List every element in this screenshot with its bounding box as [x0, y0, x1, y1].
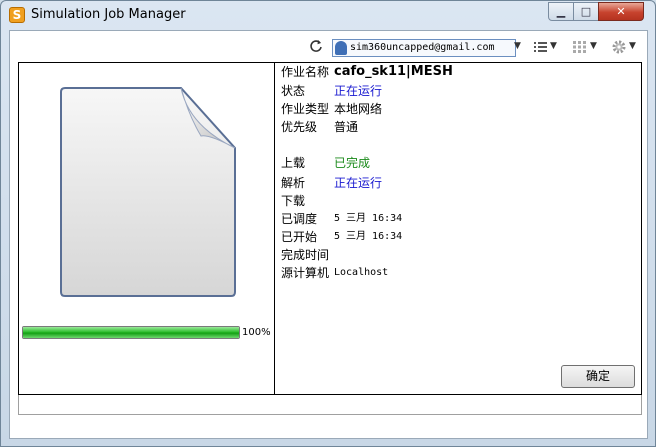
source-label: 源计算机 [281, 266, 330, 280]
finished-label: 完成时间 [281, 248, 330, 262]
list-icon[interactable] [534, 41, 548, 53]
window-title: Simulation Job Manager [31, 7, 186, 22]
progress-fill [23, 327, 239, 338]
upload-label: 上载 [281, 156, 306, 170]
scheduled-value: 5 三月 16:34 [334, 213, 403, 224]
priority-value: 普通 [334, 120, 359, 134]
job-name-value: cafo_sk11|MESH [334, 64, 453, 79]
app-window: S Simulation Job Manager ▁ □ ✕ sim360unc… [0, 0, 656, 447]
started-value: 5 三月 16:34 [334, 231, 403, 242]
progress-bar [22, 326, 240, 339]
status-label: 状态 [281, 84, 306, 98]
job-properties: 作业名称 cafo_sk11|MESH 状态 正在运行 作业类型 本地网络 优先… [281, 63, 637, 394]
scheduled-label: 已调度 [281, 212, 318, 226]
settings-dropdown-icon[interactable]: ▼ [629, 41, 636, 51]
list-dropdown-icon[interactable]: ▼ [550, 41, 557, 51]
source-value: Localhost [334, 267, 389, 278]
parse-value: 正在运行 [334, 176, 383, 190]
type-label: 作业类型 [281, 102, 330, 116]
status-bar [18, 395, 642, 415]
client-area: sim360uncapped@gmail.com ▼ ▼ ▼ ▼ 100% 作业… [9, 30, 648, 439]
minimize-button[interactable]: ▁ [548, 2, 574, 21]
document-icon [60, 87, 236, 297]
refresh-icon[interactable] [309, 39, 323, 53]
progress-percent: 100% [242, 327, 271, 338]
job-detail-panel: 100% 作业名称 cafo_sk11|MESH 状态 正在运行 作业类型 本地… [18, 62, 642, 395]
grid-dropdown-icon[interactable]: ▼ [590, 41, 597, 51]
started-label: 已开始 [281, 230, 318, 244]
account-selector[interactable]: sim360uncapped@gmail.com [332, 39, 516, 57]
app-icon: S [9, 7, 25, 23]
toolbar: sim360uncapped@gmail.com ▼ ▼ ▼ ▼ [10, 31, 647, 63]
user-icon [335, 41, 347, 55]
maximize-button[interactable]: □ [573, 2, 599, 21]
upload-value: 已完成 [334, 156, 371, 170]
job-preview-panel: 100% [19, 63, 275, 394]
account-dropdown-icon[interactable]: ▼ [514, 41, 521, 51]
ok-button[interactable]: 确定 [561, 365, 635, 388]
type-value: 本地网络 [334, 102, 383, 116]
job-name-label: 作业名称 [281, 65, 330, 79]
grid-icon[interactable] [573, 41, 586, 53]
parse-label: 解析 [281, 176, 306, 190]
title-bar[interactable]: S Simulation Job Manager ▁ □ ✕ [1, 1, 655, 29]
close-button[interactable]: ✕ [598, 2, 644, 21]
account-email: sim360uncapped@gmail.com [350, 42, 495, 53]
status-value: 正在运行 [334, 84, 383, 98]
download-label: 下载 [281, 194, 306, 208]
gear-icon[interactable] [611, 39, 627, 55]
priority-label: 优先级 [281, 120, 318, 134]
